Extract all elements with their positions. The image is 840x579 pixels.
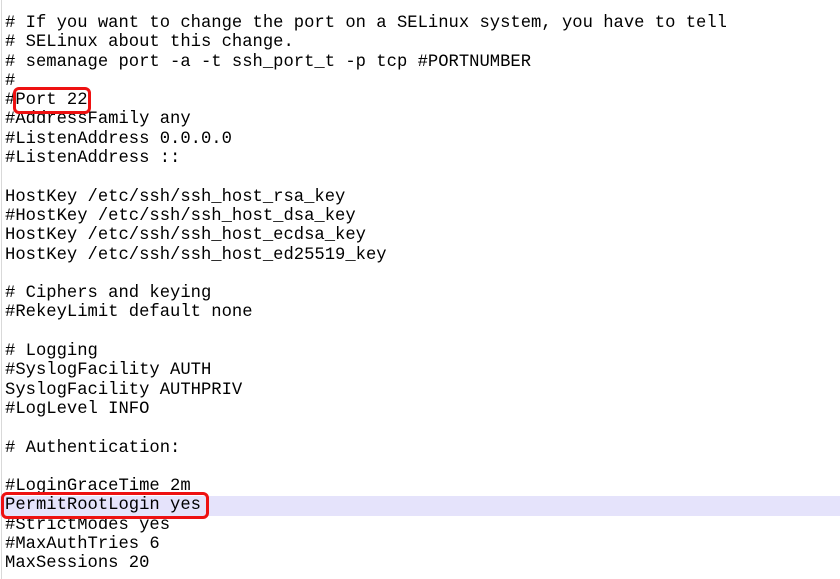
- code-line-text: # Logging: [5, 342, 98, 362]
- code-line-text: # If you want to change the port on a SE…: [5, 14, 727, 33]
- code-line[interactable]: #AddressFamily any: [0, 110, 840, 129]
- code-line[interactable]: #RekeyLimit default none: [0, 303, 840, 322]
- code-line-text: #SyslogFacility AUTH: [5, 361, 212, 381]
- code-line[interactable]: [0, 323, 840, 342]
- code-line[interactable]: HostKey /etc/ssh/ssh_host_ed25519_key: [0, 246, 840, 265]
- code-line[interactable]: SyslogFacility AUTHPRIV: [0, 381, 840, 400]
- code-line[interactable]: [0, 419, 840, 438]
- code-line[interactable]: #LoginGraceTime 2m: [0, 477, 840, 496]
- code-line[interactable]: # Logging: [0, 342, 840, 361]
- code-line[interactable]: #ListenAddress 0.0.0.0: [0, 130, 840, 149]
- code-line-text: #ListenAddress 0.0.0.0: [5, 129, 232, 149]
- code-line-text: #ListenAddress ::: [5, 149, 181, 169]
- code-line-text: # Ciphers and keying: [5, 284, 212, 304]
- code-line-text: MaxSessions 20: [5, 554, 150, 574]
- code-line[interactable]: #StrictModes yes: [0, 516, 840, 535]
- code-line[interactable]: #LogLevel INFO: [0, 400, 840, 419]
- code-line-selected[interactable]: PermitRootLogin yes: [0, 496, 840, 516]
- code-line-text: #LoginGraceTime 2m: [5, 477, 191, 497]
- code-line-text: SyslogFacility AUTHPRIV: [5, 380, 243, 400]
- code-line[interactable]: [0, 168, 840, 187]
- code-line-text: PermitRootLogin yes: [5, 496, 201, 516]
- code-line[interactable]: #: [0, 72, 840, 91]
- code-line-text: #LogLevel INFO: [5, 399, 150, 419]
- code-line[interactable]: [0, 458, 840, 477]
- code-line[interactable]: #HostKey /etc/ssh/ssh_host_dsa_key: [0, 207, 840, 226]
- code-line[interactable]: # SELinux about this change.: [0, 33, 840, 52]
- code-line[interactable]: # Ciphers and keying: [0, 284, 840, 303]
- code-line-text: #Port 22: [5, 91, 88, 111]
- code-line-text: HostKey /etc/ssh/ssh_host_ed25519_key: [5, 245, 387, 265]
- code-line[interactable]: # Authentication:: [0, 439, 840, 458]
- code-line[interactable]: # semanage port -a -t ssh_port_t -p tcp …: [0, 53, 840, 72]
- code-line-text: HostKey /etc/ssh/ssh_host_rsa_key: [5, 187, 346, 207]
- text-editor-pane[interactable]: # If you want to change the port on a SE…: [0, 0, 840, 579]
- code-line[interactable]: #ListenAddress ::: [0, 149, 840, 168]
- code-line-text: # SELinux about this change.: [5, 33, 294, 53]
- code-line[interactable]: [0, 265, 840, 284]
- code-line[interactable]: HostKey /etc/ssh/ssh_host_rsa_key: [0, 188, 840, 207]
- code-line[interactable]: # If you want to change the port on a SE…: [0, 14, 840, 33]
- code-line-text: # semanage port -a -t ssh_port_t -p tcp …: [5, 52, 532, 72]
- code-line-text: #StrictModes yes: [5, 515, 171, 535]
- code-line-text: #AddressFamily any: [5, 110, 191, 130]
- code-line-text: HostKey /etc/ssh/ssh_host_ecdsa_key: [5, 226, 366, 246]
- code-line[interactable]: #MaxAuthTries 6: [0, 535, 840, 554]
- code-line-text: #RekeyLimit default none: [5, 303, 253, 323]
- code-line[interactable]: MaxSessions 20: [0, 554, 840, 573]
- code-line-text: #MaxAuthTries 6: [5, 535, 160, 555]
- code-line-text: #HostKey /etc/ssh/ssh_host_dsa_key: [5, 206, 356, 226]
- code-line[interactable]: HostKey /etc/ssh/ssh_host_ecdsa_key: [0, 226, 840, 245]
- code-line[interactable]: #SyslogFacility AUTH: [0, 361, 840, 380]
- code-line-text: #: [5, 71, 16, 91]
- config-file-content[interactable]: # If you want to change the port on a SE…: [0, 14, 840, 574]
- code-line[interactable]: #Port 22: [0, 91, 840, 110]
- code-line-text: # Authentication:: [5, 438, 181, 458]
